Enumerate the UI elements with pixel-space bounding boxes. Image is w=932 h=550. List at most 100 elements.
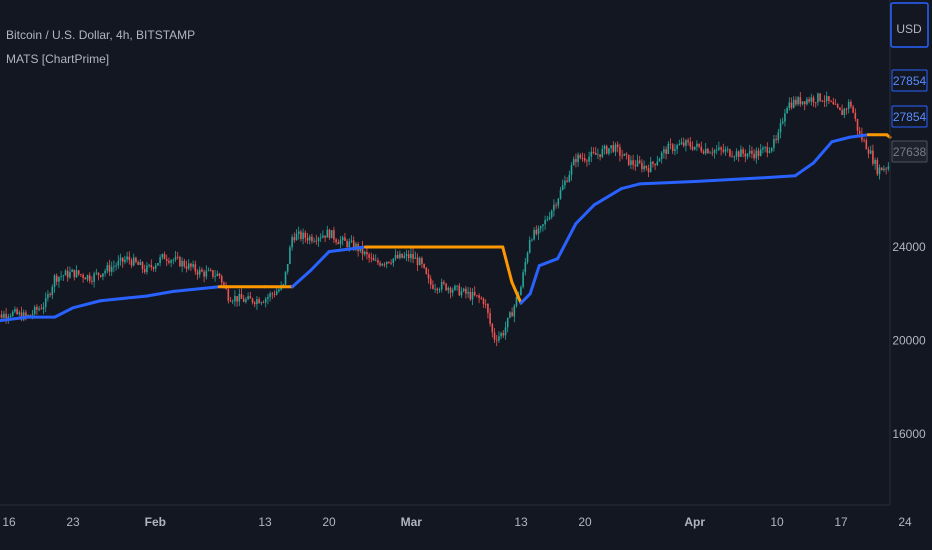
candle [462, 287, 465, 293]
candle [80, 273, 82, 278]
candle [718, 141, 720, 152]
candle [592, 147, 595, 155]
candle [256, 295, 258, 310]
candle [702, 149, 705, 155]
candle [377, 257, 379, 266]
candle [84, 276, 87, 280]
candle [832, 97, 835, 105]
candle [0, 310, 3, 319]
candle [836, 103, 839, 109]
candle [806, 97, 808, 106]
candle [531, 238, 533, 242]
candle [665, 146, 667, 160]
candle [40, 304, 43, 310]
time-tick-label: 16 [2, 515, 16, 529]
svg-text:27854: 27854 [893, 110, 927, 124]
ma-segment [53, 306, 75, 319]
time-tick-label: 13 [258, 515, 272, 529]
ma-segment [793, 161, 816, 178]
candle [616, 141, 619, 153]
candle [610, 145, 612, 154]
candle [564, 175, 566, 189]
candle [289, 245, 291, 265]
candle [44, 292, 47, 313]
candle [656, 155, 659, 167]
candle [14, 306, 16, 314]
candle [16, 307, 18, 315]
time-tick-label: 20 [578, 515, 592, 529]
candle [205, 265, 208, 280]
candle [691, 141, 694, 151]
candle [22, 309, 25, 322]
candle [93, 271, 95, 288]
candle [528, 236, 531, 254]
candle [392, 258, 395, 267]
svg-text:27638: 27638 [893, 145, 927, 159]
candle [300, 229, 302, 242]
candle [535, 225, 538, 236]
candle [165, 254, 168, 267]
candle [264, 296, 267, 308]
candle [647, 164, 650, 178]
candle [537, 225, 540, 240]
candle [379, 260, 381, 267]
candle [869, 145, 872, 155]
candle [601, 145, 604, 159]
candle [77, 270, 80, 276]
candle [262, 300, 265, 304]
currency-label: USD [896, 22, 922, 36]
candle [416, 253, 419, 272]
candle [757, 147, 760, 160]
candle [759, 143, 762, 157]
candle [823, 95, 826, 108]
ma-segment [812, 140, 834, 165]
candle [401, 253, 403, 259]
candle [825, 91, 828, 107]
candle [700, 141, 703, 154]
candle [803, 101, 806, 111]
candle [663, 145, 665, 159]
price-chart[interactable]: USD 16000 20000 24000 27854 27854 27638 16 23… [0, 0, 932, 550]
time-tick-label: 20 [322, 515, 336, 529]
candle [203, 269, 205, 283]
candle [366, 248, 368, 260]
candle [412, 248, 414, 264]
candle [271, 291, 274, 299]
candle [726, 146, 729, 153]
candle [707, 147, 709, 154]
candle [876, 157, 879, 177]
svg-text:27854: 27854 [893, 74, 927, 88]
candle [313, 237, 315, 243]
indicator-legend[interactable]: MATS [ChartPrime] [6, 52, 109, 66]
ma-segment [574, 203, 596, 226]
candle [238, 288, 241, 307]
candle [429, 275, 432, 289]
candle [625, 152, 628, 160]
candle [69, 266, 71, 279]
candle [414, 251, 417, 259]
candle [724, 146, 727, 156]
candle [55, 273, 58, 286]
candle [407, 250, 410, 262]
candle [471, 288, 474, 306]
candle [768, 147, 771, 154]
candle [709, 150, 711, 154]
candle [524, 257, 527, 276]
candle [97, 272, 100, 281]
candle [445, 282, 447, 292]
candle [139, 259, 142, 266]
candle [559, 186, 562, 200]
candle [394, 249, 397, 261]
candle [117, 255, 120, 269]
candle [154, 263, 157, 272]
candle [511, 307, 513, 317]
candle [124, 255, 126, 265]
candle [304, 230, 307, 243]
candle [764, 145, 766, 153]
candle [680, 137, 683, 145]
candle [652, 160, 654, 168]
candle [425, 266, 428, 275]
candle [143, 264, 146, 274]
candle [403, 251, 406, 259]
candle [590, 146, 593, 163]
